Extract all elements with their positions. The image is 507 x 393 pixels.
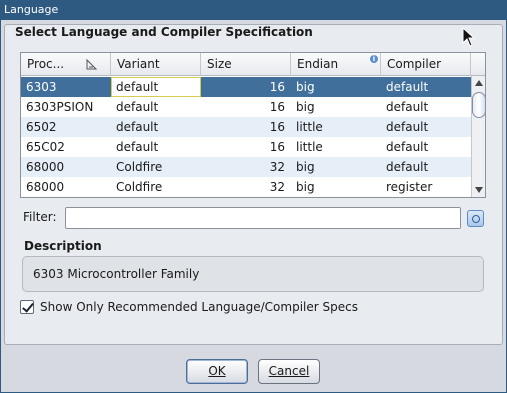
- scrollbar-thumb[interactable]: [472, 92, 486, 118]
- table-row[interactable]: 6502 default 16 little default: [21, 117, 471, 137]
- ok-button[interactable]: OK: [186, 359, 248, 384]
- scroll-up-arrow-icon[interactable]: [475, 80, 483, 86]
- window-title: Language: [4, 3, 59, 16]
- table-row[interactable]: 6303 default 16 big default: [21, 77, 471, 97]
- table-row[interactable]: 68000 Coldfire 32 big default: [21, 157, 471, 177]
- table-vertical-scrollbar[interactable]: [471, 76, 486, 197]
- column-header-processor[interactable]: Proc...: [21, 53, 111, 76]
- window-title-bar[interactable]: Language: [0, 0, 507, 20]
- table-row[interactable]: 65C02 default 16 little default: [21, 137, 471, 157]
- table-header: Proc... Variant Size Endian i Compiler: [21, 53, 471, 76]
- sort-triangle-icon: [86, 58, 98, 70]
- scroll-down-arrow-icon[interactable]: [475, 187, 483, 193]
- table-corner: [471, 53, 485, 76]
- filter-row: Filter:: [16, 202, 486, 232]
- recommended-checkbox[interactable]: [20, 300, 34, 314]
- filter-label: Filter:: [23, 210, 57, 224]
- column-header-variant[interactable]: Variant: [111, 53, 201, 76]
- description-title: Description: [24, 239, 102, 253]
- recommended-checkbox-label[interactable]: Show Only Recommended Language/Compiler …: [40, 299, 358, 315]
- mouse-cursor-icon: [462, 27, 476, 47]
- language-table[interactable]: Proc... Variant Size Endian i Compiler 6…: [20, 52, 486, 198]
- description-box: 6303 Microcontroller Family: [22, 256, 484, 292]
- filter-clear-icon[interactable]: [467, 210, 484, 227]
- table-row[interactable]: 68000 Coldfire 32 big register: [21, 177, 471, 197]
- table-row[interactable]: 6303PSION default 16 big default: [21, 97, 471, 117]
- cancel-button[interactable]: Cancel: [258, 359, 320, 384]
- column-header-compiler[interactable]: Compiler: [381, 53, 471, 76]
- filter-input[interactable]: [65, 207, 461, 229]
- column-header-size[interactable]: Size: [201, 53, 291, 76]
- panel-title: Select Language and Compiler Specificati…: [15, 25, 313, 39]
- info-icon: i: [370, 55, 378, 63]
- description-text: 6303 Microcontroller Family: [33, 267, 200, 281]
- table-body: 6303 default 16 big default 6303PSION de…: [21, 77, 471, 197]
- column-header-endian[interactable]: Endian i: [291, 53, 381, 76]
